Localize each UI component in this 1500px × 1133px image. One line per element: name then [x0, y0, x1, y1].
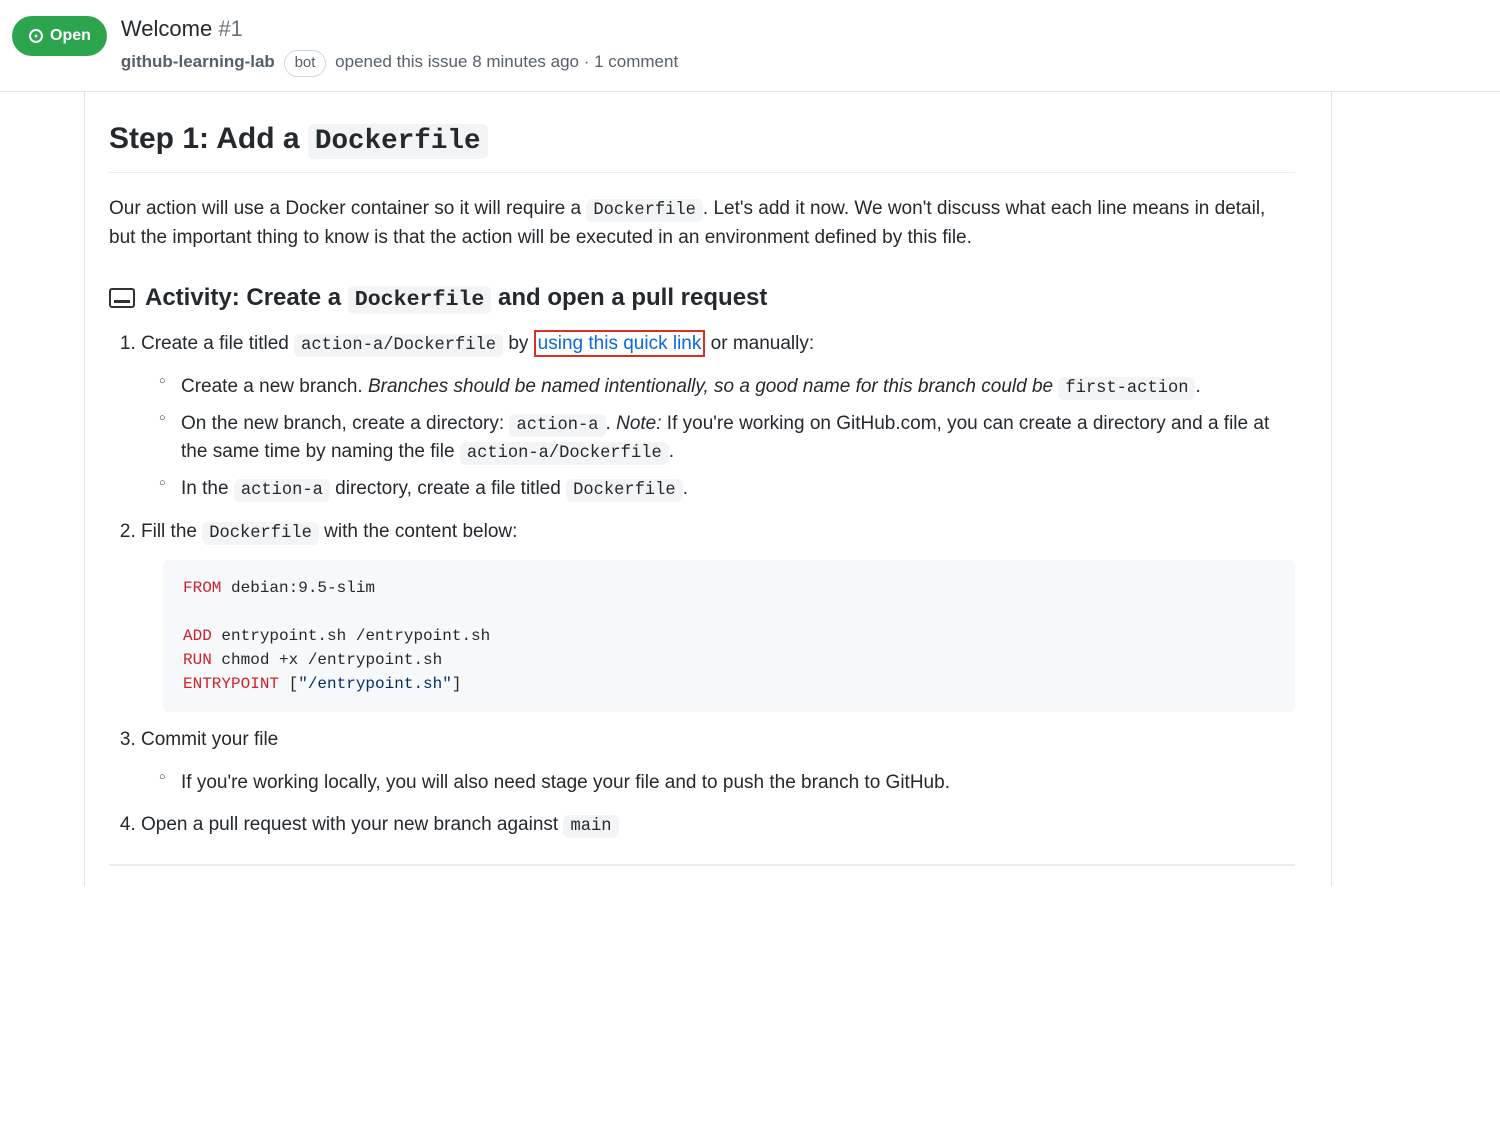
steps-list: Create a file titled action-a/Dockerfile…: [109, 330, 1295, 839]
step-3: Commit your file If you're working local…: [141, 726, 1295, 797]
issue-open-icon: [28, 28, 44, 44]
bot-tag: bot: [284, 50, 327, 77]
code-file: Dockerfile: [202, 522, 319, 545]
lead-paragraph: Our action will use a Docker container s…: [109, 195, 1295, 252]
activity-heading: Activity: Create a Dockerfile and open a…: [109, 280, 1295, 316]
code-dockerfile: Dockerfile: [308, 124, 488, 159]
state-badge-open: Open: [12, 16, 107, 56]
divider: [109, 864, 1295, 866]
issue-header: Open Welcome #1 github-learning-lab bot …: [0, 0, 1500, 92]
code-dockerfile: Dockerfile: [586, 199, 703, 222]
step-heading-text: Step 1: Add a: [109, 122, 308, 155]
code-dir: action-a: [509, 414, 605, 437]
substep-a: Create a new branch. Branches should be …: [181, 373, 1295, 402]
substep-c: In the action-a directory, create a file…: [181, 475, 1295, 504]
opened-text: opened this issue 8 minutes ago · 1 comm…: [335, 52, 678, 71]
issue-body: Step 1: Add a Dockerfile Our action will…: [84, 92, 1332, 886]
substep-b: On the new branch, create a directory: a…: [181, 410, 1295, 467]
code-dockerfile: Dockerfile: [348, 286, 492, 314]
code-branch-main: main: [563, 815, 618, 838]
issue-meta: github-learning-lab bot opened this issu…: [121, 49, 1488, 77]
step-4: Open a pull request with your new branch…: [141, 811, 1295, 840]
substep-3a: If you're working locally, you will also…: [181, 769, 1295, 798]
step-1-substeps: Create a new branch. Branches should be …: [141, 373, 1295, 504]
issue-number: #1: [218, 16, 242, 41]
code-dir: action-a: [234, 479, 330, 502]
quick-link[interactable]: using this quick link: [538, 333, 702, 354]
highlighted-link-box: using this quick link: [534, 330, 706, 357]
issue-author[interactable]: github-learning-lab: [121, 52, 275, 71]
state-label: Open: [50, 24, 91, 48]
dockerfile-code-block[interactable]: FROM debian:9.5-slim ADD entrypoint.sh /…: [163, 560, 1295, 712]
keyboard-icon: [109, 288, 135, 308]
issue-title-line: Welcome #1: [121, 12, 1488, 45]
code-path: action-a/Dockerfile: [294, 334, 503, 357]
step-3-substeps: If you're working locally, you will also…: [141, 769, 1295, 798]
code-path: action-a/Dockerfile: [460, 442, 669, 465]
header-main: Welcome #1 github-learning-lab bot opene…: [121, 12, 1488, 77]
issue-title: Welcome: [121, 16, 212, 41]
step-2: Fill the Dockerfile with the content bel…: [141, 518, 1295, 713]
step-heading: Step 1: Add a Dockerfile: [109, 116, 1295, 173]
step-1: Create a file titled action-a/Dockerfile…: [141, 330, 1295, 503]
code-file: Dockerfile: [566, 479, 683, 502]
code-branch: first-action: [1058, 377, 1195, 400]
